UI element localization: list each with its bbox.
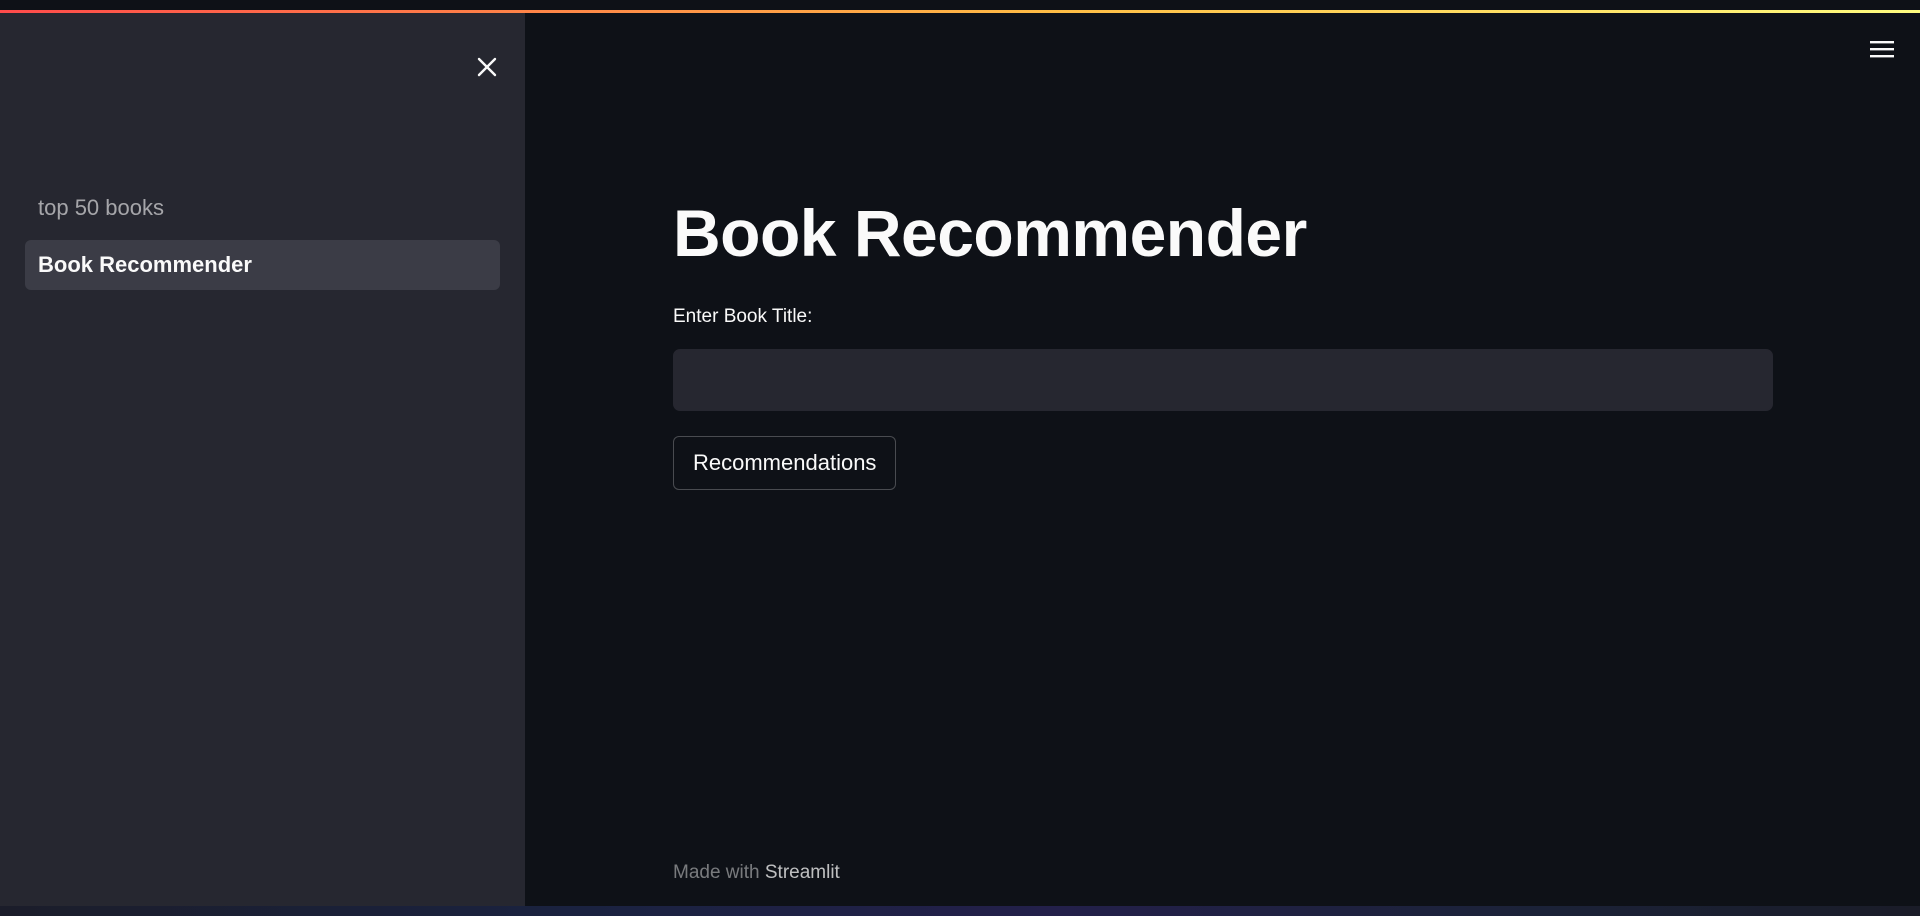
taskbar-strip xyxy=(0,906,1920,916)
close-sidebar-button[interactable] xyxy=(470,50,504,84)
book-title-input[interactable] xyxy=(673,349,1773,411)
main-menu-button[interactable] xyxy=(1866,33,1898,65)
sidebar-nav: top 50 books Book Recommender xyxy=(25,183,500,297)
sidebar-item-book-recommender[interactable]: Book Recommender xyxy=(25,240,500,290)
footer-prefix: Made with xyxy=(673,862,765,883)
app-root: top 50 books Book Recommender Book Recom… xyxy=(0,0,1920,916)
hamburger-menu-icon xyxy=(1870,41,1894,58)
sidebar: top 50 books Book Recommender xyxy=(0,13,525,906)
top-decoration xyxy=(0,0,1920,13)
recommendations-button[interactable]: Recommendations xyxy=(673,436,897,490)
book-title-label: Enter Book Title: xyxy=(673,306,813,327)
streamlit-link[interactable]: Streamlit xyxy=(765,862,840,883)
sidebar-item-top-50-books[interactable]: top 50 books xyxy=(25,183,500,233)
footer: Made with Streamlit xyxy=(673,862,840,884)
close-icon xyxy=(477,57,497,77)
page-title: Book Recommender xyxy=(673,196,1307,270)
